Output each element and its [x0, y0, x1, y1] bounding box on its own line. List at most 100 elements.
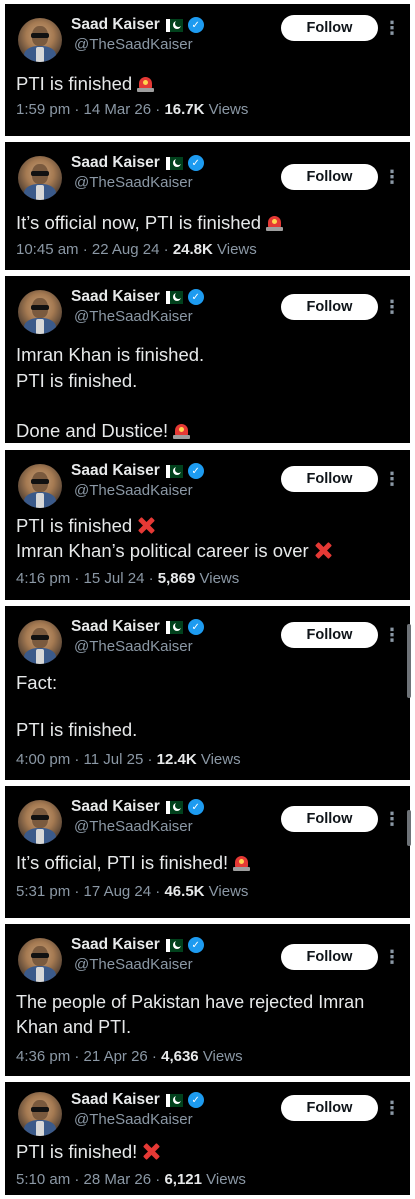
- author-handle[interactable]: @TheSaadKaiser: [74, 174, 193, 191]
- tweet-date[interactable]: 14 Mar 26: [84, 101, 152, 118]
- more-options-icon[interactable]: ⋮: [383, 625, 401, 645]
- avatar[interactable]: [18, 290, 62, 334]
- views-label[interactable]: Views: [217, 241, 257, 258]
- follow-button[interactable]: Follow: [281, 806, 378, 832]
- tweet-text: Imran Khan is finished. PTI is finished. D…: [16, 344, 205, 441]
- views-label[interactable]: Views: [206, 1171, 246, 1188]
- police-siren-emoji: [137, 74, 155, 92]
- verified-badge-icon[interactable]: ✓: [187, 1092, 204, 1108]
- pakistan-flag-icon: [165, 1093, 183, 1107]
- author-name[interactable]: Saad Kaiser: [71, 462, 160, 480]
- author-handle[interactable]: @TheSaadKaiser: [74, 482, 193, 499]
- tweet-date[interactable]: 21 Apr 26: [84, 1048, 148, 1065]
- tweet-card-3[interactable]: Saad Kaiser ✓ @TheSaadKaiser Follow ⋮ Im…: [5, 276, 410, 443]
- views-label[interactable]: Views: [200, 570, 240, 587]
- follow-button[interactable]: Follow: [281, 622, 378, 648]
- author-name[interactable]: Saad Kaiser: [71, 1091, 160, 1109]
- tweet-text: PTI is finished!: [16, 1139, 398, 1164]
- avatar[interactable]: [18, 620, 62, 664]
- verified-badge-icon[interactable]: ✓: [187, 289, 204, 305]
- views-label[interactable]: Views: [203, 1048, 243, 1065]
- avatar[interactable]: [18, 464, 62, 508]
- verified-badge-icon[interactable]: ✓: [187, 619, 204, 635]
- tweet-card-4[interactable]: Saad Kaiser ✓ @TheSaadKaiser Follow ⋮ PT…: [5, 450, 410, 600]
- author-name[interactable]: Saad Kaiser: [71, 16, 160, 34]
- author-handle[interactable]: @TheSaadKaiser: [74, 638, 193, 655]
- avatar[interactable]: [18, 938, 62, 982]
- follow-button[interactable]: Follow: [281, 944, 378, 970]
- scrollbar[interactable]: [407, 624, 411, 698]
- author-name[interactable]: Saad Kaiser: [71, 798, 160, 816]
- views-count: 24.8K: [172, 241, 213, 258]
- tweet-date[interactable]: 17 Aug 24: [84, 883, 152, 900]
- pakistan-flag-icon: [165, 800, 183, 814]
- avatar[interactable]: [18, 156, 62, 200]
- views-count: 5,869: [157, 570, 196, 587]
- tweet-text: PTI is finished: [16, 71, 398, 96]
- author-handle[interactable]: @TheSaadKaiser: [74, 818, 193, 835]
- author-name[interactable]: Saad Kaiser: [71, 618, 160, 636]
- follow-button[interactable]: Follow: [281, 1095, 378, 1121]
- tweet-time[interactable]: 4:16 pm: [16, 570, 70, 587]
- views-count: 4,636: [161, 1048, 199, 1065]
- author-name[interactable]: Saad Kaiser: [71, 936, 160, 954]
- author-name[interactable]: Saad Kaiser: [71, 288, 160, 306]
- tweet-date[interactable]: 11 Jul 25: [84, 751, 144, 768]
- views-label[interactable]: Views: [201, 751, 241, 768]
- verified-badge-icon[interactable]: ✓: [187, 937, 204, 953]
- verified-badge-icon[interactable]: ✓: [187, 17, 204, 33]
- author-name[interactable]: Saad Kaiser: [71, 154, 160, 172]
- author-handle[interactable]: @TheSaadKaiser: [74, 308, 193, 325]
- tweet-time[interactable]: 4:36 pm: [16, 1048, 70, 1065]
- police-siren-emoji: [266, 213, 284, 231]
- verified-badge-icon[interactable]: ✓: [187, 799, 204, 815]
- more-options-icon[interactable]: ⋮: [383, 167, 401, 187]
- tweet-time[interactable]: 5:31 pm: [16, 883, 70, 900]
- follow-button[interactable]: Follow: [281, 466, 378, 492]
- tweet-meta: 10:45 am · 22 Aug 24 · 24.8K Views: [16, 241, 257, 258]
- author-handle[interactable]: @TheSaadKaiser: [74, 36, 193, 53]
- tweet-time[interactable]: 1:59 pm: [16, 101, 70, 118]
- cross-mark-emoji: [137, 516, 156, 535]
- verified-badge-icon[interactable]: ✓: [187, 463, 204, 479]
- pakistan-flag-icon: [165, 620, 183, 634]
- follow-button[interactable]: Follow: [281, 294, 378, 320]
- pakistan-flag-icon: [165, 156, 183, 170]
- avatar[interactable]: [18, 800, 62, 844]
- verified-badge-icon[interactable]: ✓: [187, 155, 204, 171]
- views-label[interactable]: Views: [209, 101, 249, 118]
- avatar[interactable]: [18, 18, 62, 62]
- follow-button[interactable]: Follow: [281, 15, 378, 41]
- tweet-time[interactable]: 5:10 am: [16, 1171, 70, 1188]
- tweet-text: It’s official, PTI is finished!: [16, 850, 398, 875]
- more-options-icon[interactable]: ⋮: [383, 469, 401, 489]
- tweet-card-8[interactable]: Saad Kaiser ✓ @TheSaadKaiser Follow ⋮ PT…: [5, 1082, 410, 1195]
- tweet-date[interactable]: 22 Aug 24: [92, 241, 160, 258]
- tweet-text: The people of Pakistan have rejected Imr…: [16, 992, 365, 1037]
- tweet-date[interactable]: 15 Jul 24: [84, 570, 145, 587]
- views-label[interactable]: Views: [209, 883, 249, 900]
- author-handle[interactable]: @TheSaadKaiser: [74, 956, 193, 973]
- tweet-card-5[interactable]: Saad Kaiser ✓ @TheSaadKaiser Follow ⋮ Fa…: [5, 606, 411, 780]
- tweet-meta: 4:16 pm · 15 Jul 24 · 5,869 Views: [16, 570, 240, 587]
- author-handle[interactable]: @TheSaadKaiser: [74, 1111, 193, 1128]
- more-options-icon[interactable]: ⋮: [383, 18, 401, 38]
- views-count: 46.5K: [164, 883, 205, 900]
- tweet-time[interactable]: 10:45 am: [16, 241, 79, 258]
- more-options-icon[interactable]: ⋮: [383, 809, 401, 829]
- tweet-text: It’s official now, PTI is finished: [16, 210, 398, 235]
- more-options-icon[interactable]: ⋮: [383, 1098, 401, 1118]
- tweet-card-6[interactable]: Saad Kaiser ✓ @TheSaadKaiser Follow ⋮ It…: [5, 786, 411, 918]
- views-count: 6,121: [164, 1171, 202, 1188]
- avatar[interactable]: [18, 1092, 62, 1136]
- scrollbar[interactable]: [407, 810, 411, 846]
- tweet-card-7[interactable]: Saad Kaiser ✓ @TheSaadKaiser Follow ⋮ Th…: [5, 924, 410, 1076]
- more-options-icon[interactable]: ⋮: [383, 297, 401, 317]
- tweet-date[interactable]: 28 Mar 26: [84, 1171, 152, 1188]
- tweet-card-2[interactable]: Saad Kaiser ✓ @TheSaadKaiser Follow ⋮ It…: [5, 142, 410, 270]
- more-options-icon[interactable]: ⋮: [383, 947, 401, 967]
- tweet-time[interactable]: 4:00 pm: [16, 751, 70, 768]
- tweet-card-1[interactable]: Saad Kaiser ✓ @TheSaadKaiser Follow ⋮ PT…: [5, 4, 410, 136]
- pakistan-flag-icon: [165, 18, 183, 32]
- follow-button[interactable]: Follow: [281, 164, 378, 190]
